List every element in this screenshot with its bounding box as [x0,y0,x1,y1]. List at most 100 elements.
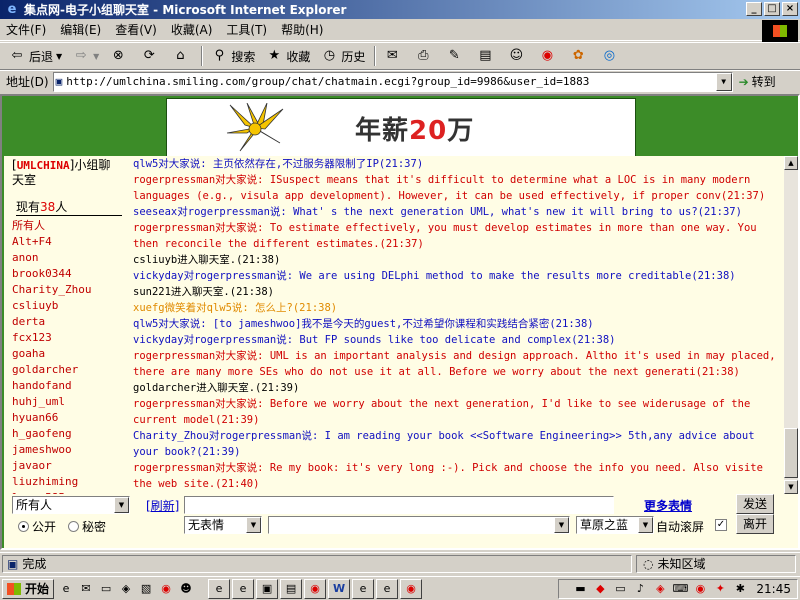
public-radio[interactable]: 公开 [18,518,56,535]
user-list-item[interactable]: liuzhiming [12,474,130,490]
message-input[interactable] [184,496,614,514]
theme-select[interactable]: 草原之蓝 ▼ [576,516,654,534]
chat-message: vickyday对rogerpressman说: But FP sounds l… [133,334,616,346]
refresh-button[interactable]: ⟳ [136,44,165,68]
user-list-item[interactable]: goldarcher [12,362,130,378]
menu-file[interactable]: 文件(F) [6,21,46,38]
chevron-down-icon[interactable]: ▼ [114,497,129,513]
user-list-item[interactable]: huhj_uml [12,394,130,410]
ad-banner[interactable]: 年薪20万 [166,98,636,158]
task-oicq-2[interactable]: ◉ [400,578,423,599]
leave-button[interactable]: 离开 [736,514,774,534]
tray-display-icon[interactable]: ▭ [612,581,628,597]
target-select[interactable]: 所有人 ▼ [12,496,130,514]
task-ie-4[interactable]: e [376,578,399,599]
more-emotes-link[interactable]: 更多表情 [644,497,692,514]
chat-message: xuefg微笑着对qlw5说: 怎么上?(21:38) [133,302,338,314]
task-notepad[interactable]: ▤ [280,578,303,599]
user-list-item[interactable]: anon [12,250,130,266]
scroll-up-icon[interactable]: ▲ [784,156,798,170]
user-list-item[interactable]: Charity_Zhou [12,282,130,298]
start-button[interactable]: 开始 [2,578,55,599]
task-oicq[interactable]: ◉ [304,578,327,599]
discuss-button[interactable]: ▤ [472,44,501,68]
refresh-link[interactable]: [刷新] [146,497,179,514]
system-tray: ▬ ◆ ▭ ♪ ◈ ⌨ ◉ ✦ ✱ 21:45 [558,579,798,599]
action-select[interactable]: ▼ [268,516,570,534]
task-word[interactable]: W [328,578,351,599]
tray-misc-icon[interactable]: ✱ [732,581,748,597]
history-button[interactable]: ◷ 历史 [316,44,369,68]
menu-view[interactable]: 查看(V) [115,21,157,38]
stop-button[interactable]: ⊗ [105,44,134,68]
toolbar: ⇦ 后退 ▼ ⇨ ▼ ⊗ ⟳ ⌂ ⚲ 搜索 ★ 收藏 ◷ 历史 ✉ ⎙ ✎ ▤ … [0,42,800,70]
window-controls: _ □ × [746,2,798,16]
search-button[interactable]: ⚲ 搜索 [206,44,259,68]
channel-quicklaunch-icon[interactable]: ◈ [118,581,134,597]
address-input[interactable]: ▣ http://umlchina.smiling.com/group/chat… [52,71,733,92]
chat-scrollbar[interactable]: ▲ ▼ [784,156,798,494]
tray-app-icon[interactable]: ✦ [712,581,728,597]
plugin-button[interactable]: ✿ [565,44,594,68]
user-list-item[interactable]: goaha [12,346,130,362]
globe-button[interactable]: ◎ [596,44,625,68]
chat-message: rogerpressman对大家说: Before we worry about… [133,398,751,426]
menu-help[interactable]: 帮助(H) [281,21,323,38]
go-button[interactable]: ➔ 转到 [739,73,776,90]
scroll-down-icon[interactable]: ▼ [784,480,798,494]
ie-quicklaunch-icon[interactable]: e [58,581,74,597]
menu-favorites[interactable]: 收藏(A) [171,21,213,38]
oicq-quicklaunch-icon[interactable]: ◉ [158,581,174,597]
user-list-item[interactable]: Alt+F4 [12,234,130,250]
user-list-item[interactable]: csliuyb [12,298,130,314]
app-quicklaunch-icon[interactable]: ▧ [138,581,154,597]
user-list-item[interactable]: jameshwoo [12,442,130,458]
minimize-button[interactable]: _ [746,2,762,16]
menu-edit[interactable]: 编辑(E) [60,21,101,38]
messenger-button[interactable]: ☺ [503,44,532,68]
emotion-select[interactable]: 无表情 ▼ [184,516,262,534]
task-ie-3[interactable]: e [352,578,375,599]
user-list-item[interactable]: javaor [12,458,130,474]
chevron-down-icon[interactable]: ▼ [638,517,653,533]
home-button[interactable]: ⌂ [167,44,196,68]
edit-button[interactable]: ✎ [441,44,470,68]
chat-message: seeseax对rogerpressman说: What' s the next… [133,206,742,218]
chat-message: Charity_Zhou对rogerpressman说: I am readin… [133,430,755,458]
user-list-item[interactable]: fcx123 [12,330,130,346]
tray-network-icon[interactable]: ▬ [572,581,588,597]
user-list-item[interactable]: hyuan66 [12,410,130,426]
task-explorer[interactable]: ▣ [256,578,279,599]
menu-tools[interactable]: 工具(T) [226,21,267,38]
scroll-thumb[interactable] [784,428,798,478]
oicq-button[interactable]: ◉ [534,44,563,68]
maximize-button[interactable]: □ [764,2,780,16]
print-button[interactable]: ⎙ [410,44,439,68]
qq-quicklaunch-icon[interactable]: ☻ [178,581,194,597]
back-button[interactable]: ⇦ 后退 ▼ [4,44,66,68]
user-list-item[interactable]: handofand [12,378,130,394]
user-list-item[interactable]: brook0344 [12,266,130,282]
favorites-button[interactable]: ★ 收藏 [261,44,314,68]
tray-antivirus-icon[interactable]: ◆ [592,581,608,597]
send-button[interactable]: 发送 [736,494,774,514]
tray-input-icon[interactable]: ⌨ [672,581,688,597]
user-list-item[interactable]: derta [12,314,130,330]
chevron-down-icon[interactable]: ▼ [554,517,569,533]
private-radio[interactable]: 秘密 [68,518,106,535]
mail-button[interactable]: ✉ [379,44,408,68]
desktop-quicklaunch-icon[interactable]: ▭ [98,581,114,597]
user-list-item[interactable]: 所有人 [12,218,130,234]
tray-volume-icon[interactable]: ♪ [632,581,648,597]
outlook-quicklaunch-icon[interactable]: ✉ [78,581,94,597]
user-list-item[interactable]: h_gaofeng [12,426,130,442]
tray-oicq-icon[interactable]: ◉ [692,581,708,597]
autoscroll-checkbox[interactable]: ✓ [715,519,727,531]
task-ie-2[interactable]: e [232,578,255,599]
forward-button[interactable]: ⇨ ▼ [68,44,103,68]
tray-shield-icon[interactable]: ◈ [652,581,668,597]
task-ie-1[interactable]: e [208,578,231,599]
chevron-down-icon[interactable]: ▼ [246,517,261,533]
close-button[interactable]: × [782,2,798,16]
chevron-down-icon[interactable]: ▼ [715,72,732,91]
